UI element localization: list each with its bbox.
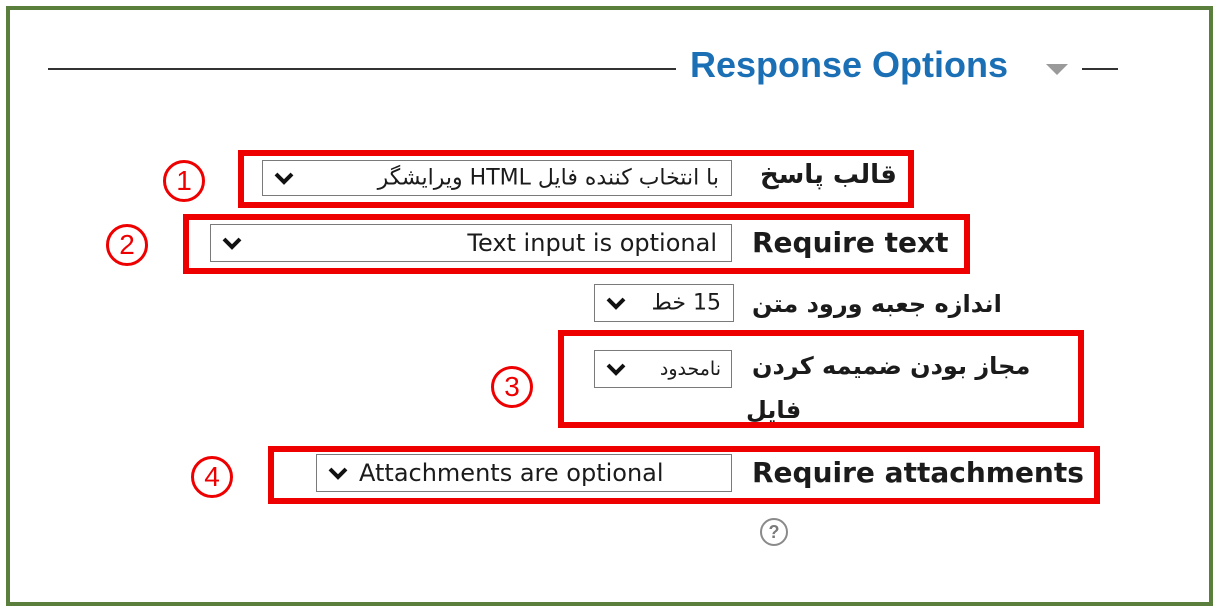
input-box-size-value: 15 خط	[651, 290, 721, 316]
legend-line-left	[48, 68, 676, 70]
caret-down-icon[interactable]	[1046, 64, 1068, 75]
highlight-box-2	[183, 214, 970, 274]
marker-2: 2	[106, 224, 148, 266]
section-title[interactable]: Response Options	[690, 44, 1008, 86]
question-circle-icon[interactable]: ?	[760, 518, 788, 546]
marker-3: 3	[491, 366, 533, 408]
marker-4: 4	[191, 456, 233, 498]
legend-line-right	[1082, 68, 1118, 70]
highlight-box-1	[238, 150, 914, 208]
input-box-size-select[interactable]: 15 خط	[594, 284, 734, 322]
highlight-box-4	[268, 446, 1100, 504]
marker-1: 1	[163, 160, 205, 202]
input-box-size-label: اندازه جعبه ورود متن	[752, 290, 1002, 318]
chevron-down-icon	[606, 297, 626, 310]
highlight-box-3	[558, 330, 1084, 428]
